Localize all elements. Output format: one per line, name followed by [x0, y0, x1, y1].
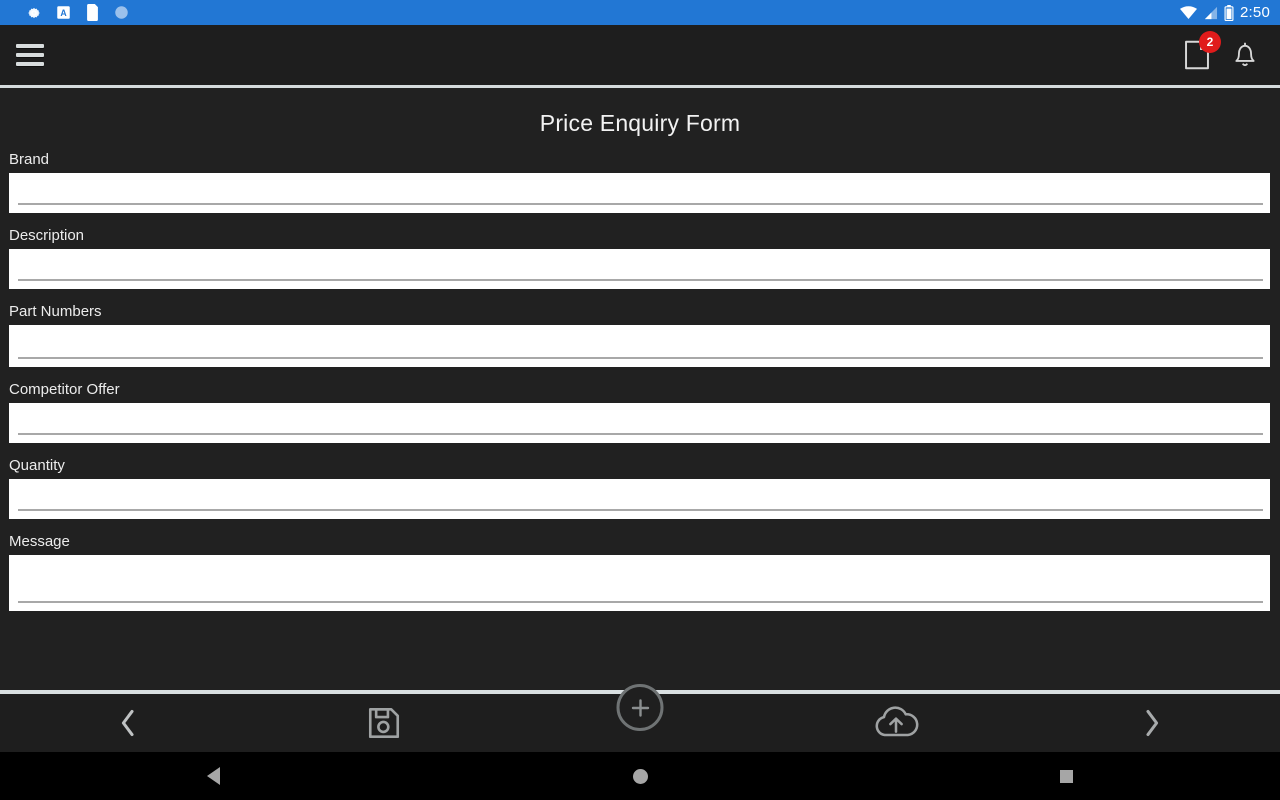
next-button[interactable]: [1024, 694, 1280, 752]
field-input-box[interactable]: [9, 325, 1270, 367]
page-title: Price Enquiry Form: [539, 110, 741, 136]
field-input-box[interactable]: [9, 173, 1270, 213]
app-screen: A 2:50 2 Price Enquiry Form Brand Descri…: [0, 0, 1280, 800]
notification-bell-icon[interactable]: [1232, 40, 1258, 70]
svg-text:A: A: [60, 8, 67, 18]
previous-button[interactable]: [0, 694, 256, 752]
chevron-left-icon: [121, 709, 134, 737]
android-status-bar: A 2:50: [0, 0, 1280, 25]
hamburger-line: [16, 53, 44, 57]
brand-input[interactable]: [9, 173, 1270, 213]
field-label: Competitor Offer: [9, 381, 120, 398]
field-spacer: [0, 367, 1280, 381]
gear-icon: [26, 5, 42, 21]
status-bar-clock: 2:50: [1240, 4, 1270, 21]
android-back-button[interactable]: [0, 752, 427, 800]
upload-button[interactable]: [768, 694, 1024, 752]
field-label: Message: [9, 533, 70, 550]
font-a-icon: A: [56, 5, 71, 20]
form-field-part-numbers: Part Numbers: [0, 303, 1280, 367]
field-label: Part Numbers: [9, 303, 102, 320]
hamburger-line: [16, 62, 44, 66]
field-spacer: [0, 289, 1280, 303]
form-field-competitor-offer: Competitor Offer: [0, 381, 1280, 443]
field-spacer: [0, 443, 1280, 457]
form-content-area: Price Enquiry Form Brand Description Par…: [0, 88, 1280, 690]
field-label: Brand: [9, 151, 50, 168]
hamburger-menu-icon[interactable]: [8, 33, 52, 77]
sd-card-icon: [85, 4, 100, 21]
hamburger-line: [16, 44, 44, 48]
note-document-icon[interactable]: 2: [1184, 31, 1221, 70]
android-back-icon: [206, 767, 220, 785]
plus-circle-icon: [631, 698, 649, 717]
android-home-icon: [632, 768, 648, 784]
android-recents-icon: [1060, 769, 1074, 783]
cell-signal-icon: [1203, 6, 1218, 20]
floppy-disk-save-icon: [368, 707, 400, 739]
field-input-box[interactable]: [9, 249, 1270, 289]
add-button[interactable]: [616, 684, 664, 731]
description-input[interactable]: [9, 249, 1270, 289]
status-bar-left-icons: A: [10, 4, 129, 21]
field-label: Quantity: [9, 457, 65, 474]
field-spacer: [0, 213, 1280, 227]
field-underline: [18, 203, 1263, 205]
field-underline: [18, 601, 1263, 603]
field-underline: [18, 357, 1263, 359]
form-field-description: Description: [0, 227, 1280, 289]
form-field-brand: Brand: [0, 151, 1280, 213]
android-recents-button[interactable]: [853, 752, 1280, 800]
circle-icon: [114, 5, 129, 20]
competitor-offer-input[interactable]: [9, 403, 1270, 443]
chevron-right-icon: [1146, 709, 1159, 737]
field-underline: [18, 433, 1263, 435]
battery-icon: [1224, 4, 1234, 21]
form-field-message: Message: [0, 533, 1280, 611]
quantity-input[interactable]: [9, 479, 1270, 519]
status-bar-right-icons: 2:50: [1180, 4, 1270, 21]
wifi-icon: [1180, 5, 1197, 20]
android-home-button[interactable]: [427, 752, 854, 800]
android-navigation-bar: [0, 752, 1280, 800]
note-badge-count: 2: [1199, 31, 1221, 53]
field-underline: [18, 279, 1263, 281]
save-button[interactable]: [256, 694, 512, 752]
field-input-box[interactable]: [9, 479, 1270, 519]
form-field-quantity: Quantity: [0, 457, 1280, 519]
field-spacer: [0, 519, 1280, 533]
field-underline: [18, 509, 1263, 511]
part-numbers-input[interactable]: [9, 325, 1270, 367]
cloud-upload-icon: [875, 706, 919, 737]
field-label: Description: [9, 227, 85, 244]
app-header-bar: 2: [0, 25, 1280, 85]
field-input-box[interactable]: [9, 555, 1270, 611]
app-header-actions: 2: [1184, 31, 1258, 70]
field-input-box[interactable]: [9, 403, 1270, 443]
